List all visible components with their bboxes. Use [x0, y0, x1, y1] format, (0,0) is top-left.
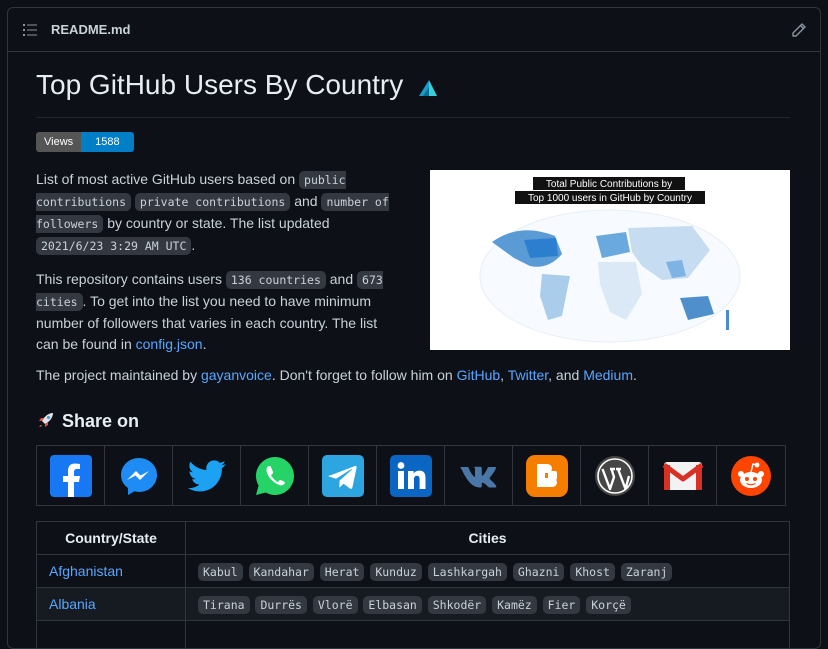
- code-update-date: 2021/6/23 3:29 AM UTC: [36, 237, 191, 255]
- text: ,: [500, 367, 508, 383]
- country-link-afghanistan[interactable]: Afghanistan: [49, 563, 123, 579]
- intro-paragraph: List of most active GitHub users based o…: [36, 169, 396, 257]
- share-reddit[interactable]: [717, 446, 785, 505]
- text: This repository contains users: [36, 271, 226, 287]
- views-badge: Views 1588: [36, 132, 134, 152]
- country-link-albania[interactable]: Albania: [49, 596, 96, 612]
- map-title-line1: Total Public Contributions by: [546, 179, 672, 190]
- city-tag: Kabul: [198, 563, 243, 581]
- share-facebook[interactable]: [37, 446, 105, 505]
- whatsapp-icon[interactable]: [254, 455, 296, 497]
- world-map-image[interactable]: Total Public Contributions by Top 1000 u…: [430, 170, 790, 350]
- twitter-icon[interactable]: [186, 455, 228, 497]
- text: , and: [548, 367, 583, 383]
- share-telegram[interactable]: [309, 446, 377, 505]
- share-whatsapp[interactable]: [241, 446, 309, 505]
- share-linkedin[interactable]: [377, 446, 445, 505]
- text: The project maintained by: [36, 367, 201, 383]
- map-legend: [726, 310, 729, 330]
- code-countries: 136 countries: [226, 271, 326, 289]
- city-tag: Fier: [543, 596, 581, 614]
- text: and: [326, 271, 357, 287]
- code-private-contributions: private contributions: [135, 193, 290, 211]
- city-tag: Zaranj: [621, 563, 673, 581]
- badge-label: Views: [36, 132, 81, 152]
- share-wordpress[interactable]: [581, 446, 649, 505]
- text: .: [633, 367, 637, 383]
- text: .: [191, 237, 195, 253]
- wordpress-icon[interactable]: [594, 455, 636, 497]
- table-row: [37, 621, 790, 649]
- telegram-icon[interactable]: [322, 455, 364, 497]
- city-tag: Kandahar: [249, 563, 314, 581]
- share-vk[interactable]: [445, 446, 513, 505]
- city-tag: Kamëz: [492, 596, 537, 614]
- gmail-icon[interactable]: [662, 455, 704, 497]
- map-title-line2: Top 1000 users in GitHub by Country: [528, 193, 692, 204]
- badge-value: 1588: [81, 132, 133, 152]
- text: List of most active GitHub users based o…: [36, 171, 299, 187]
- share-heading-text: Share on: [62, 411, 139, 431]
- pencil-icon[interactable]: [791, 22, 807, 38]
- share-messenger[interactable]: [105, 446, 173, 505]
- city-tag: Korçë: [586, 596, 631, 614]
- rocket-icon: [36, 410, 56, 430]
- config-json-link[interactable]: config.json: [136, 336, 203, 352]
- share-blogger[interactable]: [513, 446, 581, 505]
- city-tag: Durrës: [255, 596, 307, 614]
- twitter-link[interactable]: Twitter: [508, 367, 548, 383]
- messenger-icon[interactable]: [118, 455, 160, 497]
- city-tag: Shkodër: [428, 596, 486, 614]
- city-tag: Tirana: [198, 596, 250, 614]
- share-icons-row: [36, 445, 786, 506]
- page-title: Top GitHub Users By Country: [36, 69, 439, 101]
- table-row: Afghanistan Kabul Kandahar Herat Kunduz …: [37, 555, 790, 588]
- city-tag: Herat: [320, 563, 365, 581]
- facebook-icon[interactable]: [50, 455, 92, 497]
- medium-link[interactable]: Medium: [583, 367, 633, 383]
- cities-cell: Kabul Kandahar Herat Kunduz Lashkargah G…: [186, 555, 790, 588]
- file-header: README.md: [8, 8, 820, 52]
- text: .: [203, 336, 207, 352]
- contains-paragraph: This repository contains users 136 count…: [36, 269, 396, 355]
- city-tag: Elbasan: [363, 596, 421, 614]
- share-twitter[interactable]: [173, 446, 241, 505]
- file-name: README.md: [51, 22, 130, 37]
- column-header-cities: Cities: [186, 522, 790, 555]
- column-header-country: Country/State: [37, 522, 186, 555]
- readme-panel: README.md Top GitHub Users By Country Vi…: [7, 7, 821, 649]
- city-tag: Lashkargah: [428, 563, 507, 581]
- text: and: [290, 193, 321, 209]
- share-heading: Share on: [36, 410, 139, 432]
- city-tag: Vlorë: [313, 596, 358, 614]
- city-tag: Khost: [570, 563, 615, 581]
- maintainer-paragraph: The project maintained by gayanvoice. Do…: [36, 367, 637, 383]
- table-header-row: Country/State Cities: [37, 522, 790, 555]
- city-tag: Kunduz: [370, 563, 422, 581]
- city-tag: Ghazni: [513, 563, 565, 581]
- outline-list-icon[interactable]: [23, 23, 37, 37]
- blogger-icon[interactable]: [526, 455, 568, 497]
- text: . Don't forget to follow him on: [272, 367, 457, 383]
- vk-icon[interactable]: [458, 455, 500, 497]
- country-cell: Afghanistan: [37, 555, 186, 588]
- repo-logo-icon: [417, 76, 439, 98]
- cities-cell: [186, 621, 790, 649]
- country-cell: [37, 621, 186, 649]
- github-link[interactable]: GitHub: [457, 367, 501, 383]
- map-usa: [524, 238, 558, 258]
- reddit-icon[interactable]: [730, 455, 772, 497]
- country-cities-table: Country/State Cities Afghanistan Kabul K…: [36, 521, 790, 649]
- linkedin-icon[interactable]: [390, 455, 432, 497]
- text: . To get into the list you need to have …: [36, 293, 377, 352]
- share-gmail[interactable]: [649, 446, 717, 505]
- text: by country or state. The list updated: [103, 215, 329, 231]
- author-link[interactable]: gayanvoice: [201, 367, 272, 383]
- title-divider: [36, 117, 790, 118]
- title-text: Top GitHub Users By Country: [36, 69, 403, 100]
